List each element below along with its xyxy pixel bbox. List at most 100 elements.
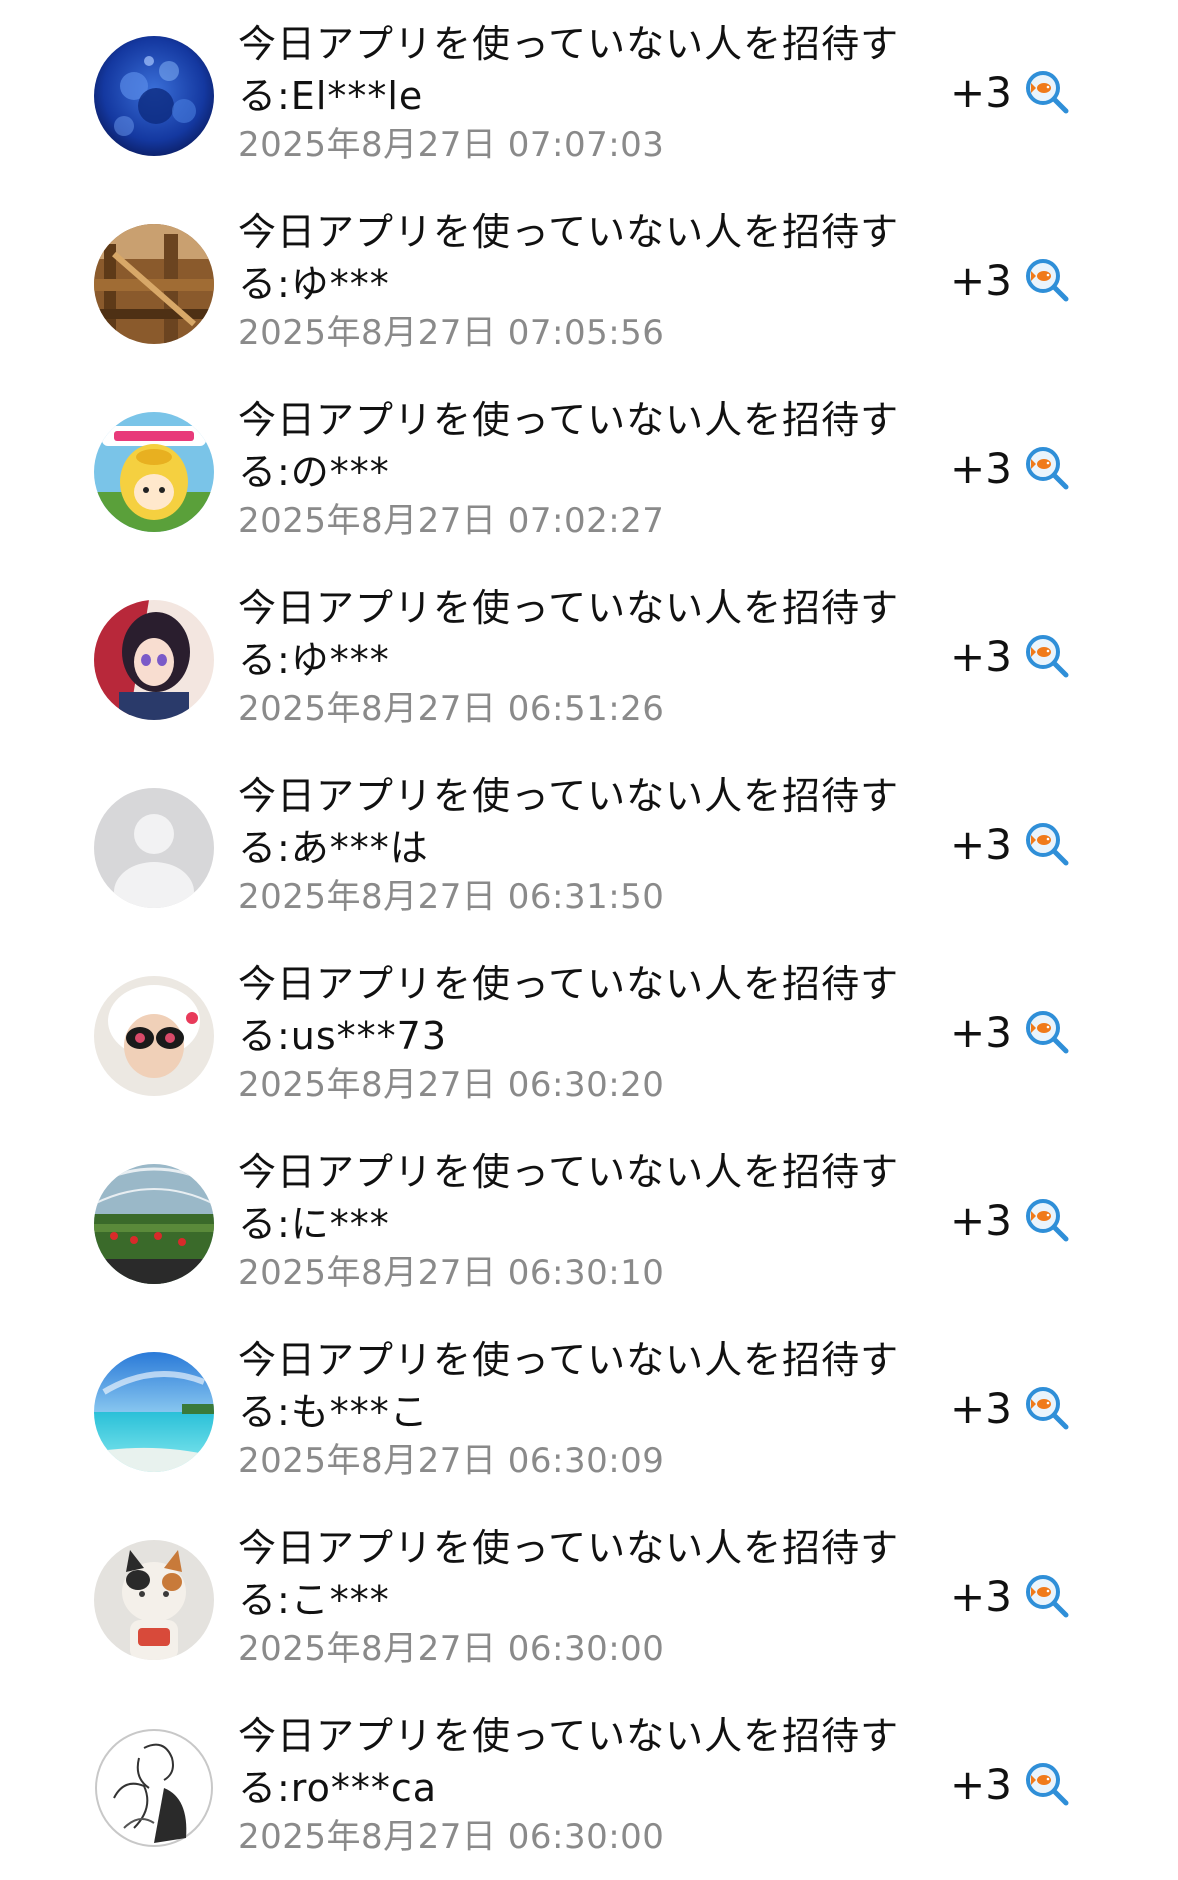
search-fish-icon[interactable]	[1024, 1009, 1070, 1055]
list-item[interactable]: 今日アプリを使っていない人を招待す る:こ*** 2025年8月27日 06:3…	[0, 1504, 1178, 1692]
list-item[interactable]: 今日アプリを使っていない人を招待す る:ro***ca 2025年8月27日 0…	[0, 1692, 1178, 1880]
list-item-timestamp: 2025年8月27日 06:51:26	[238, 689, 665, 729]
list-item-timestamp: 2025年8月27日 06:31:50	[238, 877, 665, 917]
calico-cat-avatar-image	[94, 1540, 214, 1660]
list-item-timestamp: 2025年8月27日 06:30:09	[238, 1441, 665, 1481]
points-group: +3	[950, 628, 1070, 684]
list-item-timestamp: 2025年8月27日 06:30:00	[238, 1817, 665, 1857]
avatar	[94, 224, 214, 344]
list-item-title-line1: 今日アプリを使っていない人を招待す	[238, 22, 900, 66]
list-item-title-line1: 今日アプリを使っていない人を招待す	[238, 1526, 900, 1570]
avatar	[94, 600, 214, 720]
list-item-title-line2: る:こ***	[238, 1578, 390, 1622]
points-group: +3	[950, 1004, 1070, 1060]
list-item-title-line1: 今日アプリを使っていない人を招待す	[238, 1338, 900, 1382]
list-item-title: 今日アプリを使っていない人を招待す る:あ***は	[238, 770, 918, 874]
avatar	[94, 976, 214, 1096]
avatar	[94, 1164, 214, 1284]
list-item-title: 今日アプリを使っていない人を招待す る:us***73	[238, 958, 918, 1062]
list-item-title-line1: 今日アプリを使っていない人を招待す	[238, 586, 900, 630]
search-fish-icon[interactable]	[1024, 445, 1070, 491]
default-user-avatar-image	[94, 788, 214, 908]
list-item-title-line1: 今日アプリを使っていない人を招待す	[238, 774, 900, 818]
anime-girl-avatar-image	[94, 600, 214, 720]
points-value: +3	[950, 819, 1012, 869]
list-item[interactable]: 今日アプリを使っていない人を招待す る:us***73 2025年8月27日 0…	[0, 940, 1178, 1128]
list-item-title-line1: 今日アプリを使っていない人を招待す	[238, 962, 900, 1006]
child-sunglasses-avatar-image	[94, 976, 214, 1096]
points-value: +3	[950, 1007, 1012, 1057]
list-item[interactable]: 今日アプリを使っていない人を招待す る:El***le 2025年8月27日 0…	[0, 0, 1178, 188]
search-fish-icon[interactable]	[1024, 257, 1070, 303]
points-value: +3	[950, 1195, 1012, 1245]
tropical-beach-avatar-image	[94, 1352, 214, 1472]
avatar	[94, 412, 214, 532]
points-value: +3	[950, 631, 1012, 681]
list-item-title: 今日アプリを使っていない人を招待す る:ro***ca	[238, 1710, 918, 1814]
list-item-title-line1: 今日アプリを使っていない人を招待す	[238, 398, 900, 442]
points-group: +3	[950, 1380, 1070, 1436]
list-item-title: 今日アプリを使っていない人を招待す る:こ***	[238, 1522, 918, 1626]
points-value: +3	[950, 1759, 1012, 1809]
search-fish-icon[interactable]	[1024, 1197, 1070, 1243]
wooden-structure-avatar-image	[94, 224, 214, 344]
list-item-title-line2: る:の***	[238, 450, 390, 494]
points-value: +3	[950, 443, 1012, 493]
points-value: +3	[950, 255, 1012, 305]
points-group: +3	[950, 1568, 1070, 1624]
search-fish-icon[interactable]	[1024, 69, 1070, 115]
list-item-timestamp: 2025年8月27日 07:02:27	[238, 501, 665, 541]
list-item-title-line2: る:あ***は	[238, 826, 429, 870]
list-item-title: 今日アプリを使っていない人を招待す る:に***	[238, 1146, 918, 1250]
list-item-title-line2: る:El***le	[238, 74, 424, 118]
search-fish-icon[interactable]	[1024, 821, 1070, 867]
list-item-title-line2: る:も***こ	[238, 1390, 429, 1434]
search-fish-icon[interactable]	[1024, 633, 1070, 679]
list-item[interactable]: 今日アプリを使っていない人を招待す る:も***こ 2025年8月27日 06:…	[0, 1316, 1178, 1504]
points-group: +3	[950, 252, 1070, 308]
list-item-timestamp: 2025年8月27日 07:05:56	[238, 313, 665, 353]
list-item-title-line2: る:ゆ***	[238, 638, 390, 682]
points-value: +3	[950, 1571, 1012, 1621]
list-item-timestamp: 2025年8月27日 07:07:03	[238, 125, 665, 165]
list-item[interactable]: 今日アプリを使っていない人を招待す る:ゆ*** 2025年8月27日 07:0…	[0, 188, 1178, 376]
shirataki-character-avatar-image	[94, 412, 214, 532]
avatar	[94, 1352, 214, 1472]
avatar	[94, 1728, 214, 1848]
search-fish-icon[interactable]	[1024, 1385, 1070, 1431]
points-value: +3	[950, 1383, 1012, 1433]
search-fish-icon[interactable]	[1024, 1573, 1070, 1619]
list-item-title-line2: る:に***	[238, 1202, 390, 1246]
avatar	[94, 1540, 214, 1660]
points-group: +3	[950, 1192, 1070, 1248]
list-item-title: 今日アプリを使っていない人を招待す る:も***こ	[238, 1334, 918, 1438]
list-item-title: 今日アプリを使っていない人を招待す る:ゆ***	[238, 206, 918, 310]
list-item[interactable]: 今日アプリを使っていない人を招待す る:あ***は 2025年8月27日 06:…	[0, 752, 1178, 940]
list-item-title-line2: る:ro***ca	[238, 1766, 438, 1810]
list-item-title-line2: る:us***73	[238, 1014, 448, 1058]
avatar	[94, 36, 214, 156]
ocean-coral-avatar-image	[94, 36, 214, 156]
avatar	[94, 788, 214, 908]
list-item[interactable]: 今日アプリを使っていない人を招待す る:の*** 2025年8月27日 07:0…	[0, 376, 1178, 564]
points-group: +3	[950, 1756, 1070, 1812]
list-item-timestamp: 2025年8月27日 06:30:20	[238, 1065, 665, 1105]
sketch-drawing-avatar-image	[94, 1728, 214, 1848]
points-group: +3	[950, 440, 1070, 496]
list-item[interactable]: 今日アプリを使っていない人を招待す る:ゆ*** 2025年8月27日 06:5…	[0, 564, 1178, 752]
list-item[interactable]: 今日アプリを使っていない人を招待す る:に*** 2025年8月27日 06:3…	[0, 1128, 1178, 1316]
strawberry-greenhouse-avatar-image	[94, 1164, 214, 1284]
search-fish-icon[interactable]	[1024, 1761, 1070, 1807]
points-value: +3	[950, 67, 1012, 117]
list-item-title-line1: 今日アプリを使っていない人を招待す	[238, 1150, 900, 1194]
list-item-timestamp: 2025年8月27日 06:30:00	[238, 1629, 665, 1669]
points-group: +3	[950, 64, 1070, 120]
list-item-title-line2: る:ゆ***	[238, 262, 390, 306]
list-item-title-line1: 今日アプリを使っていない人を招待す	[238, 210, 900, 254]
list-item-title-line1: 今日アプリを使っていない人を招待す	[238, 1714, 900, 1758]
list-item-title: 今日アプリを使っていない人を招待す る:El***le	[238, 18, 918, 122]
list-item-timestamp: 2025年8月27日 06:30:10	[238, 1253, 665, 1293]
points-group: +3	[950, 816, 1070, 872]
list-item-title: 今日アプリを使っていない人を招待す る:の***	[238, 394, 918, 498]
list-item-title: 今日アプリを使っていない人を招待す る:ゆ***	[238, 582, 918, 686]
